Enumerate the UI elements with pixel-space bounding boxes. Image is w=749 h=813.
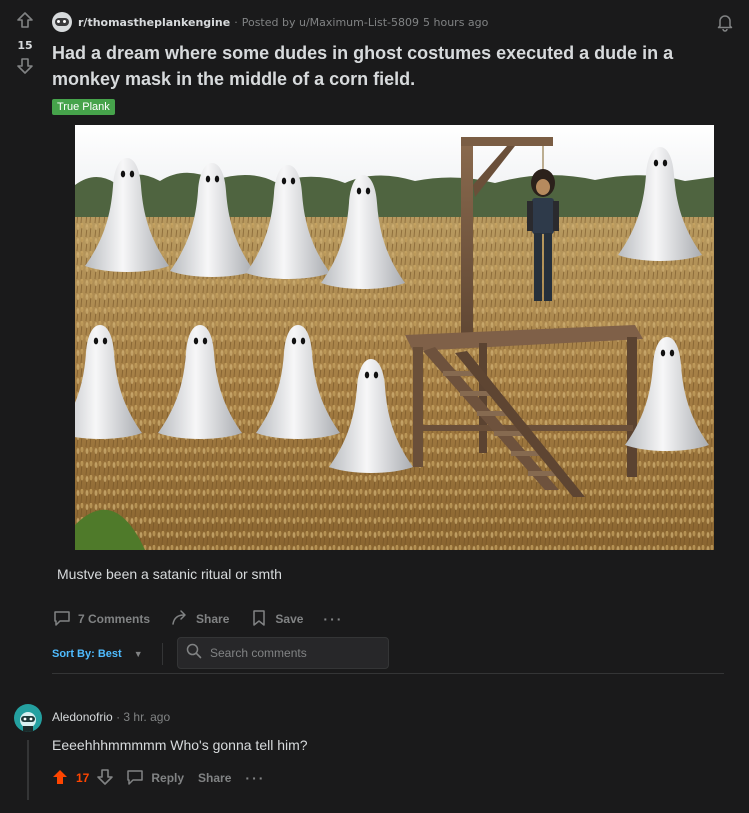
- comment-more-button[interactable]: ···: [245, 770, 265, 786]
- comments-divider: [52, 673, 724, 674]
- post-score: 15: [17, 39, 33, 52]
- sort-divider: [162, 643, 163, 665]
- save-button[interactable]: Save: [249, 608, 303, 631]
- search-comments-box[interactable]: [177, 637, 389, 669]
- reply-button[interactable]: Reply: [125, 767, 184, 790]
- post-image[interactable]: [75, 125, 714, 550]
- chevron-down-icon: ▼: [133, 649, 143, 659]
- post-flair[interactable]: True Plank: [52, 99, 115, 115]
- thread-line[interactable]: [27, 740, 29, 800]
- subreddit-icon[interactable]: [52, 12, 72, 32]
- meta-separator: ·: [234, 15, 238, 29]
- subreddit-link[interactable]: r/thomastheplankengine: [78, 16, 230, 29]
- avatar[interactable]: [14, 704, 42, 732]
- comment-meta: Aledonofrio · 3 hr. ago: [52, 710, 170, 724]
- downvote-icon[interactable]: [95, 767, 115, 790]
- save-icon: [249, 608, 275, 631]
- post-meta: r/thomastheplankengine · Posted by u/Max…: [52, 12, 488, 32]
- comment-score: 17: [76, 771, 90, 785]
- sort-dropdown[interactable]: Sort By: Best ▼: [52, 646, 143, 662]
- reply-label: Reply: [151, 771, 185, 785]
- upvote-icon[interactable]: [15, 10, 35, 34]
- save-label: Save: [275, 612, 304, 626]
- more-options-button[interactable]: ···: [323, 611, 343, 627]
- comment-icon: [125, 767, 151, 790]
- comment-actions: 17 Reply Share ···: [50, 766, 279, 790]
- sort-label: Sort By: Best: [52, 648, 122, 660]
- comments-button[interactable]: 7 Comments: [52, 608, 150, 631]
- comment-share-button[interactable]: Share: [198, 771, 231, 785]
- post-time: 5 hours ago: [423, 15, 489, 29]
- vote-column: 15: [8, 10, 42, 80]
- share-label: Share: [196, 612, 230, 626]
- downvote-icon[interactable]: [15, 56, 35, 80]
- search-icon: [186, 643, 202, 663]
- post-body: Mustve been a satanic ritual or smth: [57, 566, 282, 582]
- comments-label: 7 Comments: [78, 612, 151, 626]
- posted-by[interactable]: Posted by u/Maximum-List-5809: [242, 16, 419, 29]
- post-title[interactable]: Had a dream where some dudes in ghost co…: [52, 40, 732, 92]
- share-button[interactable]: Share: [170, 608, 229, 631]
- comment-meta-separator: ·: [116, 710, 121, 724]
- comment-author[interactable]: Aledonofrio: [52, 710, 113, 724]
- post-actions: 7 Comments Share Save ···: [52, 606, 363, 632]
- comment-body: Eeeehhhmmmmm Who's gonna tell him?: [52, 737, 308, 753]
- upvote-icon[interactable]: [50, 767, 70, 790]
- post-page: 15 r/thomastheplankengine · Posted by u/…: [0, 0, 749, 813]
- comment-time: 3 hr. ago: [123, 710, 171, 724]
- share-icon: [170, 608, 196, 631]
- bell-icon[interactable]: [715, 12, 735, 36]
- search-input[interactable]: [210, 646, 380, 660]
- comment-icon: [52, 608, 78, 631]
